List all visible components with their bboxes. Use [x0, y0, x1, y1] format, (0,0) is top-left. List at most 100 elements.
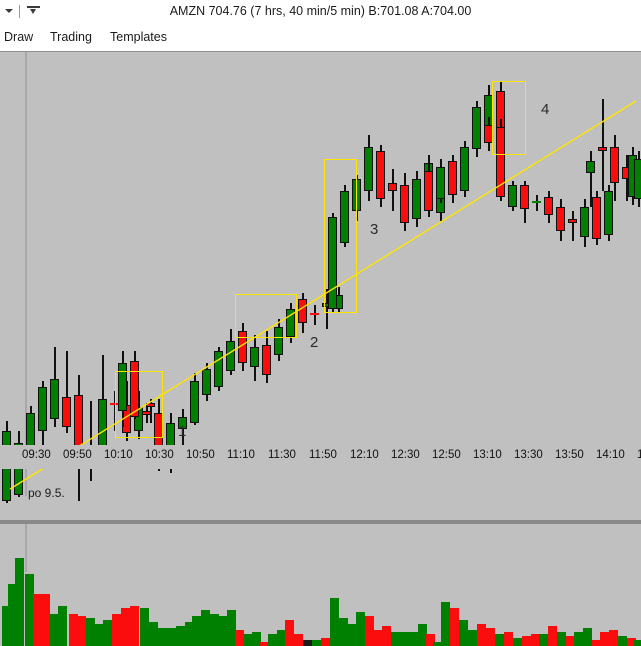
- candle-body-up: [226, 341, 235, 371]
- volume-pane-border: [0, 520, 641, 524]
- volume-bar-up: [634, 640, 641, 646]
- volume-pane[interactable]: [0, 520, 641, 646]
- volume-bar-up: [391, 632, 400, 646]
- candle-body-down: [610, 147, 619, 183]
- x-axis-tick-label: 14:10: [596, 449, 625, 461]
- candle-wick: [89, 401, 92, 481]
- candle-body-down: [544, 197, 553, 215]
- candle-body-down: [556, 207, 565, 231]
- x-axis: 09:30 09:50 10:10 10:30 10:50 11:10 11:30 11:50…: [0, 445, 641, 469]
- candle-body-up: [580, 207, 589, 237]
- volume-bar-down: [450, 608, 459, 646]
- candle-body-up: [98, 399, 107, 447]
- candle-body-down: [520, 185, 529, 209]
- volume-bar-up: [513, 638, 522, 646]
- candle-body-up: [190, 381, 199, 423]
- volume-bar-down: [294, 634, 303, 646]
- volume-bar-down: [477, 624, 486, 646]
- volume-bar-up: [140, 608, 149, 646]
- candle-body-up: [634, 159, 641, 199]
- volume-bar-up: [468, 630, 477, 646]
- candle-body-down: [388, 183, 397, 191]
- x-axis-tick-label: 12:50: [432, 449, 461, 461]
- menu-bar: Draw Trading Templates: [0, 26, 641, 51]
- candle-wick: [601, 99, 604, 191]
- volume-bar-up: [339, 618, 348, 646]
- title-bar: AMZN 704.76 (7 hrs, 40 min/5 min) B:701.…: [0, 0, 641, 26]
- volume-bar-up: [495, 634, 504, 646]
- volume-bar-up: [58, 606, 67, 646]
- volume-bar-up: [167, 628, 176, 646]
- candle-body-down: [400, 185, 409, 223]
- volume-bar-up: [86, 618, 95, 646]
- volume-bar-down: [382, 626, 391, 646]
- menu-item-templates[interactable]: Templates: [110, 30, 167, 44]
- annotation-box-3[interactable]: [324, 159, 357, 313]
- volume-bar-up: [158, 628, 167, 646]
- annotation-box-2[interactable]: [235, 294, 297, 338]
- x-axis-tick-label: 13:10: [473, 449, 502, 461]
- annotation-label-1: 1: [178, 423, 187, 440]
- volume-bar-up: [15, 558, 24, 646]
- volume-bar-down: [600, 632, 609, 646]
- volume-bar-down: [112, 614, 121, 646]
- annotation-label-2: 2: [310, 334, 319, 351]
- volume-bar-down: [77, 616, 86, 646]
- x-axis-tick-label: 10:50: [186, 449, 215, 461]
- candle-body-down: [376, 151, 385, 199]
- volume-bar-down: [486, 628, 495, 646]
- volume-bar-up: [618, 636, 627, 646]
- volume-bar-up: [583, 628, 592, 646]
- candle-body-up: [472, 107, 481, 149]
- candle-body-up: [508, 185, 517, 207]
- candle-body-up: [460, 147, 469, 191]
- volume-bar-down: [321, 638, 330, 646]
- x-axis-tick-label: 14:30: [637, 449, 641, 461]
- volume-bar-up: [574, 632, 583, 646]
- volume-bar-down: [548, 626, 557, 646]
- volume-bar-up: [218, 616, 227, 646]
- volume-cursor-line: [25, 524, 27, 572]
- candle-body-down: [598, 147, 607, 151]
- volume-bar-up: [312, 640, 321, 646]
- candle-body-up: [202, 369, 211, 395]
- chart-overlay-text: po 9.5.: [28, 486, 65, 500]
- volume-bar-up: [441, 602, 450, 646]
- volume-bar-up: [103, 620, 112, 646]
- candle-body-down: [298, 299, 307, 323]
- pane-top-border: [0, 51, 641, 52]
- x-axis-tick-label: 11:30: [268, 449, 296, 461]
- candle-body-up: [38, 387, 47, 431]
- menu-item-draw[interactable]: Draw: [4, 30, 33, 44]
- volume-bar-up: [400, 632, 409, 646]
- x-axis-tick-label: 09:30: [22, 449, 51, 461]
- candle-body-up: [436, 167, 445, 199]
- annotation-box-4[interactable]: [492, 81, 526, 155]
- candle-body-down: [424, 171, 433, 211]
- candle-wick: [535, 195, 538, 211]
- volume-bar-up: [176, 626, 185, 646]
- annotation-box-1[interactable]: [115, 371, 163, 438]
- x-axis-tick-label: 13:50: [555, 449, 584, 461]
- candle-doji-body: [532, 201, 541, 203]
- volume-bar-down: [504, 632, 513, 646]
- candle-wick: [589, 151, 592, 207]
- trading-chart-window: AMZN 704.76 (7 hrs, 40 min/5 min) B:701.…: [0, 0, 641, 646]
- x-axis-tick-label: 11:50: [309, 449, 337, 461]
- volume-bar-up: [356, 612, 365, 646]
- volume-bar-up: [268, 634, 277, 646]
- candle-body-up: [604, 191, 613, 235]
- annotation-label-4: 4: [541, 101, 550, 118]
- menu-item-trading[interactable]: Trading: [50, 30, 92, 44]
- volume-bar-down: [41, 594, 50, 646]
- x-axis-tick-label: 12:30: [391, 449, 420, 461]
- x-axis-tick-label: 10:10: [104, 449, 133, 461]
- volume-bar-down: [285, 620, 294, 646]
- volume-bar-up: [149, 622, 158, 646]
- volume-bar-down: [609, 630, 618, 646]
- candle-body-up: [50, 379, 59, 419]
- candle-body-up: [586, 161, 595, 173]
- x-axis-tick-label: 10:30: [145, 449, 174, 461]
- candle-body-down: [448, 161, 457, 195]
- x-axis-tick-label: 11:10: [227, 449, 255, 461]
